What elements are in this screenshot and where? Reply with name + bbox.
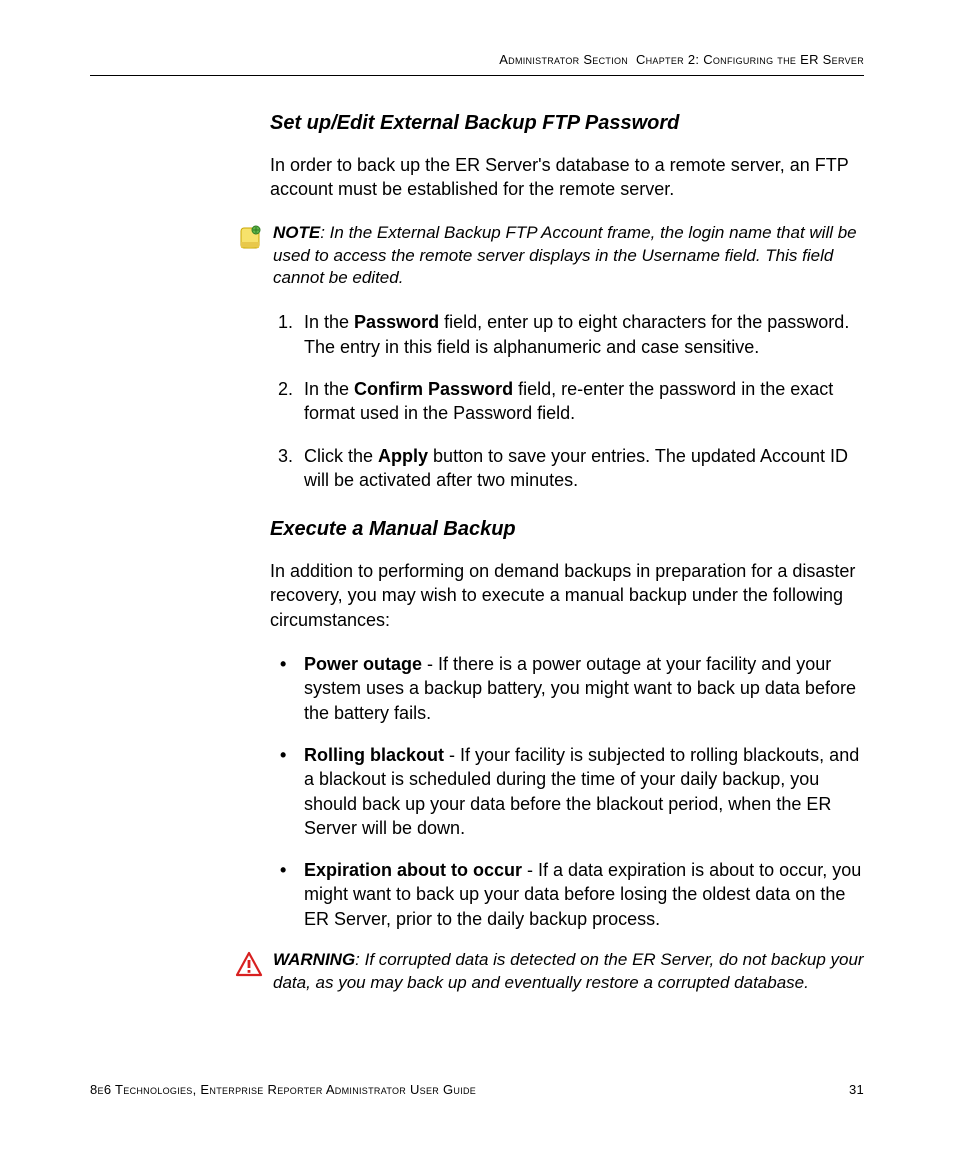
- bold-expiration: Expiration about to occur: [304, 860, 522, 880]
- header-section: Administrator Section: [499, 52, 628, 67]
- note-body: : In the External Backup FTP Account fra…: [273, 223, 857, 288]
- section2-intro: In addition to performing on demand back…: [270, 559, 864, 632]
- note-text: NOTE: In the External Backup FTP Account…: [273, 222, 864, 291]
- step-1: In the Password field, enter up to eight…: [298, 310, 864, 359]
- bullet-power-outage: Power outage - If there is a power outag…: [298, 652, 864, 725]
- warning-callout: WARNING: If corrupted data is detected o…: [235, 949, 864, 995]
- bold-power-outage: Power outage: [304, 654, 422, 674]
- step-2: In the Confirm Password field, re-enter …: [298, 377, 864, 426]
- steps-block: In the Password field, enter up to eight…: [270, 310, 864, 931]
- page: Administrator Section Chapter 2: Configu…: [0, 0, 954, 1159]
- running-header: Administrator Section Chapter 2: Configu…: [90, 52, 864, 76]
- note-label: NOTE: [273, 223, 320, 242]
- content-block-1: Set up/Edit External Backup FTP Password…: [270, 112, 864, 202]
- bullet-rolling-blackout: Rolling blackout - If your facility is s…: [298, 743, 864, 840]
- bullet-list: Power outage - If there is a power outag…: [270, 652, 864, 931]
- header-chapter: Chapter 2: Configuring the ER Server: [636, 52, 864, 67]
- section-heading-ftp: Set up/Edit External Backup FTP Password: [270, 112, 864, 135]
- bullet-expiration: Expiration about to occur - If a data ex…: [298, 858, 864, 931]
- bold-password: Password: [354, 312, 439, 332]
- steps-list: In the Password field, enter up to eight…: [270, 310, 864, 492]
- bold-confirm-password: Confirm Password: [354, 379, 513, 399]
- note-icon: [235, 224, 267, 259]
- warning-label: WARNING: [273, 950, 355, 969]
- step-3: Click the Apply button to save your entr…: [298, 444, 864, 493]
- note-callout: NOTE: In the External Backup FTP Account…: [235, 222, 864, 291]
- warning-text: WARNING: If corrupted data is detected o…: [273, 949, 864, 995]
- warning-body: : If corrupted data is detected on the E…: [273, 950, 864, 992]
- footer: 8e6 Technologies, Enterprise Reporter Ad…: [90, 1082, 864, 1097]
- warning-icon: [235, 951, 267, 982]
- footer-left: 8e6 Technologies, Enterprise Reporter Ad…: [90, 1082, 476, 1097]
- bold-apply: Apply: [378, 446, 428, 466]
- section-heading-manual-backup: Execute a Manual Backup: [270, 518, 864, 541]
- section1-intro: In order to back up the ER Server's data…: [270, 153, 864, 202]
- bold-rolling-blackout: Rolling blackout: [304, 745, 444, 765]
- page-number: 31: [849, 1082, 864, 1097]
